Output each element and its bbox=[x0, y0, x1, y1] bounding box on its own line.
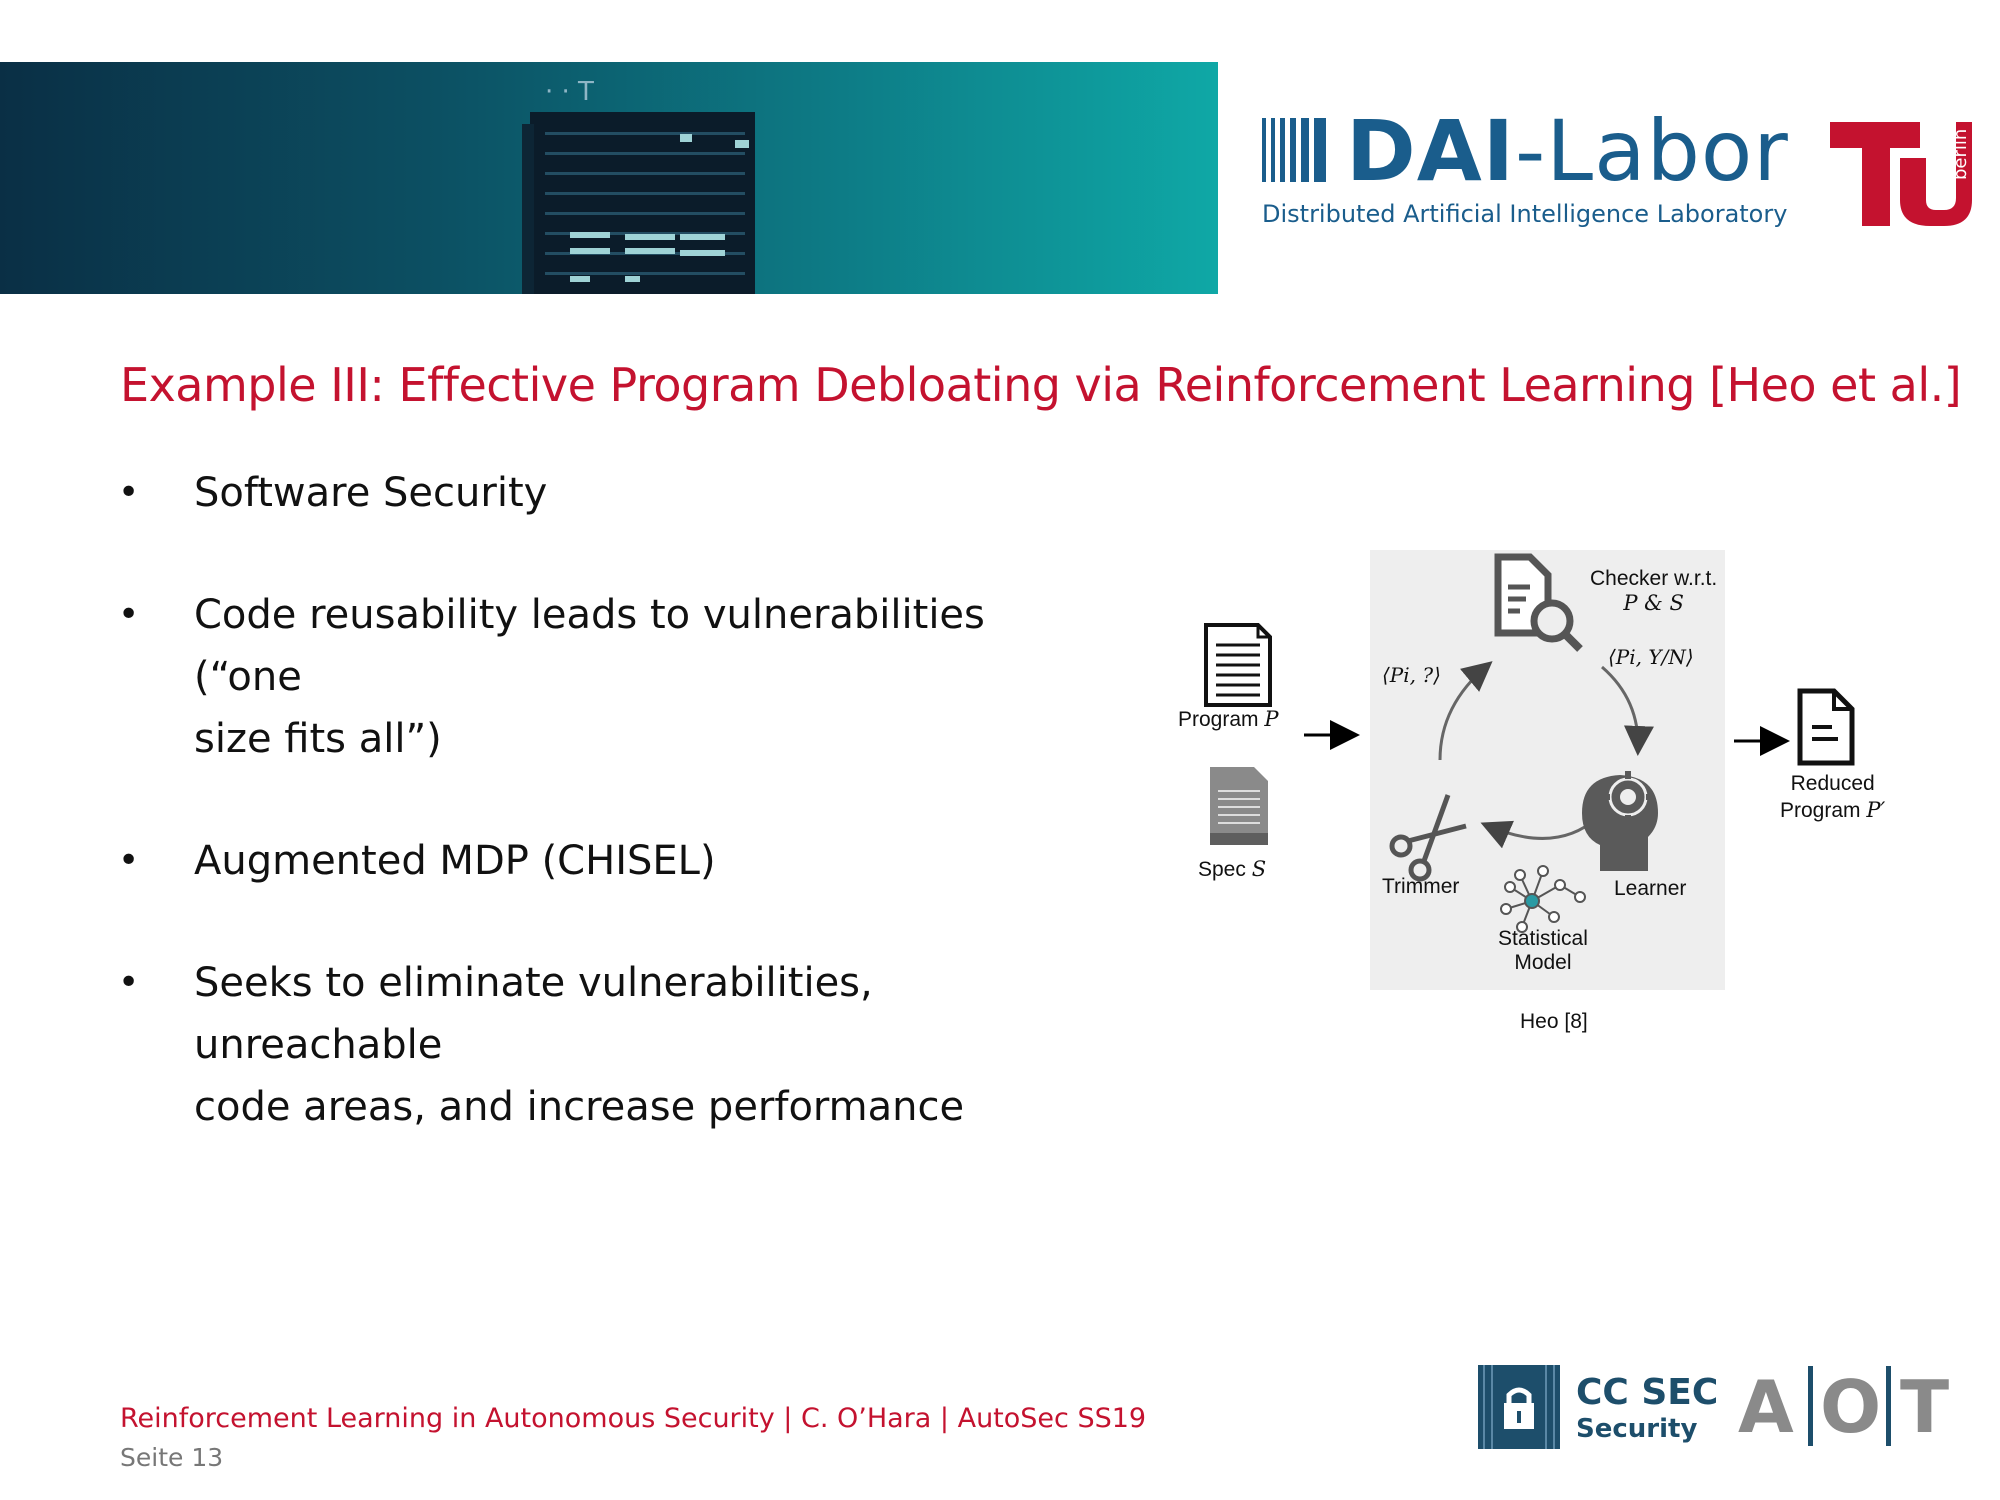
reduced-program-document-icon bbox=[1797, 688, 1855, 766]
bullet-text: Software Security bbox=[194, 470, 548, 516]
spec-document-icon bbox=[1210, 767, 1268, 845]
tu-berlin-logo: berlin bbox=[1830, 122, 1972, 226]
slide-title: Example III: Effective Program Debloatin… bbox=[120, 358, 1962, 412]
program-document-icon bbox=[1204, 623, 1272, 707]
dai-labor-logo: DAI-Labor Distributed Artificial Intelli… bbox=[1262, 102, 1788, 238]
bullet-text: Code reusability leads to vulnerabilitie… bbox=[194, 592, 985, 700]
bullet-item: • Seeks to eliminate vulnerabilities, un… bbox=[118, 952, 1098, 1138]
answer-label: ⟨Pi, Y/N⟩ bbox=[1608, 645, 1694, 669]
footer-page-number: Seite 13 bbox=[120, 1443, 224, 1472]
bullet-dot-icon: • bbox=[118, 962, 140, 1003]
figure-caption: Heo [8] bbox=[1520, 1010, 1588, 1033]
dai-bars-icon bbox=[1262, 118, 1326, 182]
reduced-program-label: Reduced Program P′ bbox=[1780, 772, 1886, 822]
bullet-text: Seeks to eliminate vulnerabilities, unre… bbox=[194, 960, 873, 1068]
bullet-text-continued: size fits all”) bbox=[194, 716, 442, 762]
svg-text:O: O bbox=[1820, 1365, 1881, 1449]
query-label: ⟨Pi, ?⟩ bbox=[1382, 663, 1441, 687]
svg-text:T: T bbox=[1900, 1365, 1949, 1449]
cc-sec-logo-icon bbox=[1478, 1365, 1560, 1449]
bullet-dot-icon: • bbox=[118, 472, 140, 513]
trimmer-label: Trimmer bbox=[1382, 875, 1460, 898]
aot-logo: A O T bbox=[1738, 1365, 1949, 1449]
bullet-text: Augmented MDP (CHISEL) bbox=[194, 838, 716, 884]
cc-sec-title: CC SEC bbox=[1576, 1372, 1719, 1413]
svg-text:· · T: · · T bbox=[545, 77, 594, 107]
chisel-diagram: Program P Spec S Checker w.r.t. P & S ⟨Pi… bbox=[1170, 545, 1900, 1045]
bullet-dot-icon: • bbox=[118, 594, 140, 635]
spec-label: Spec S bbox=[1198, 857, 1267, 881]
program-label: Program P bbox=[1178, 707, 1279, 731]
bullet-text-continued: code areas, and increase performance bbox=[194, 1084, 965, 1130]
footer-presentation-info: Reinforcement Learning in Autonomous Sec… bbox=[120, 1403, 1147, 1434]
dai-logo-subtitle: Distributed Artificial Intelligence Labo… bbox=[1262, 200, 1788, 228]
bullet-dot-icon: • bbox=[118, 840, 140, 881]
statistical-model-label: Statistical Model bbox=[1498, 927, 1588, 974]
dai-logo-title: DAI-Labor bbox=[1346, 102, 1789, 200]
bullet-item: • Augmented MDP (CHISEL) bbox=[118, 830, 1098, 892]
tower-image: · · T bbox=[522, 77, 755, 294]
header-banner-image: · · T bbox=[0, 62, 1218, 294]
learner-label: Learner bbox=[1614, 877, 1687, 900]
svg-text:A: A bbox=[1738, 1365, 1794, 1449]
checker-label: Checker w.r.t. P & S bbox=[1590, 567, 1718, 615]
svg-text:berlin: berlin bbox=[1950, 129, 1971, 180]
bullet-list: • Software Security • Code reusability l… bbox=[118, 462, 1098, 1138]
cc-sec-subtitle: Security bbox=[1576, 1414, 1698, 1444]
bullet-item: • Software Security bbox=[118, 462, 1098, 524]
bullet-item: • Code reusability leads to vulnerabilit… bbox=[118, 584, 1098, 770]
